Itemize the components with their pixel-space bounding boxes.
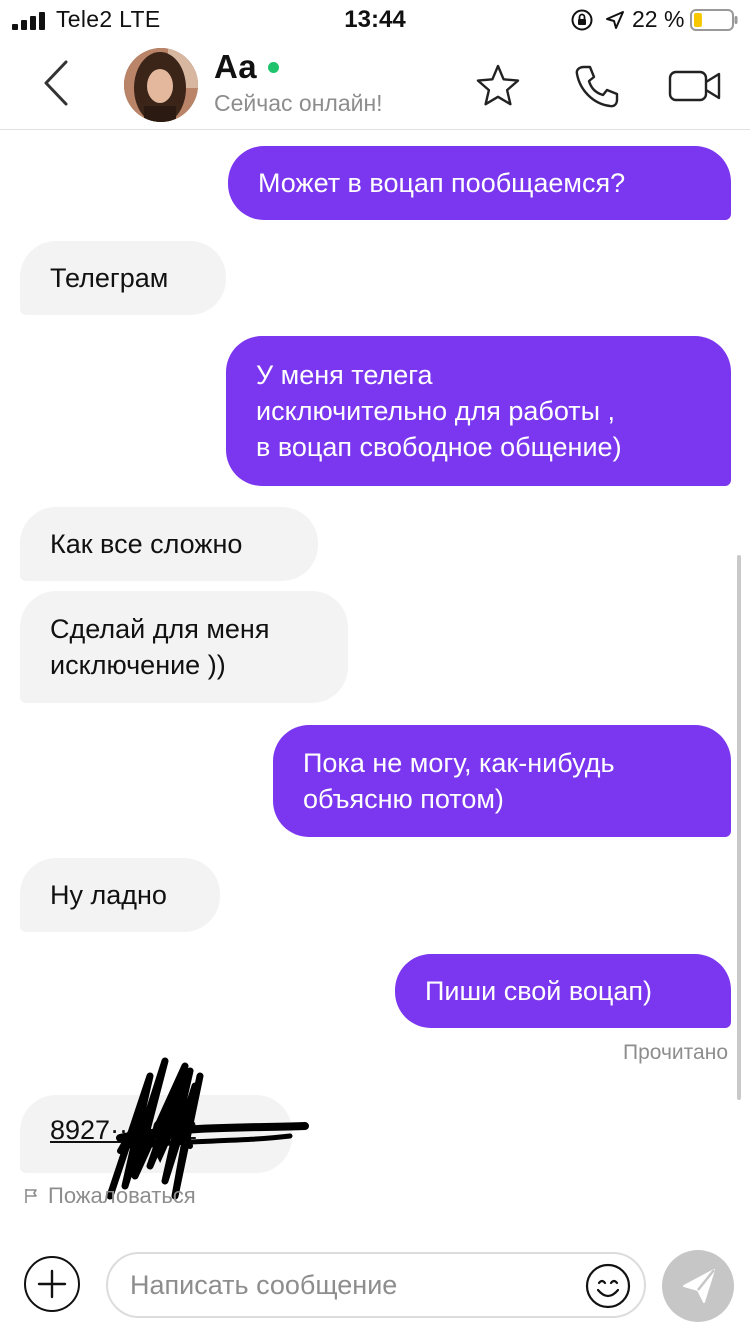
message-bubble[interactable]: Ну ладно (20, 858, 220, 932)
chat-header: Аа Сейчас онлайн! (0, 40, 750, 130)
message-bubble[interactable]: У меня телега исключительно для работы ,… (226, 336, 731, 486)
message-text: объясню потом) (303, 784, 504, 814)
message-bubble[interactable]: Как все сложно (20, 507, 318, 581)
message-text: Может в воцап пообщаемся? (258, 168, 626, 198)
scrollbar[interactable] (737, 555, 741, 1100)
message-bubble[interactable]: Может в воцап пообщаемся? (228, 146, 731, 220)
message-bubble[interactable]: Телеграм (20, 241, 226, 315)
phone-icon[interactable] (572, 62, 620, 110)
attach-button[interactable] (24, 1256, 80, 1312)
video-camera-icon[interactable] (668, 62, 722, 110)
status-bar: Tele2 LTE 13:44 22 % (0, 0, 750, 40)
battery-percent: 22 % (632, 6, 685, 32)
online-indicator (268, 62, 279, 73)
message-input-placeholder: Написать сообщение (130, 1270, 398, 1300)
message-text: У меня телега (256, 360, 433, 390)
message-text: Сделай для меня (50, 614, 270, 644)
message-input[interactable]: Написать сообщение (106, 1252, 646, 1318)
avatar[interactable] (124, 48, 198, 122)
rotation-lock-icon (571, 9, 593, 31)
message-text: Ну ладно (50, 880, 167, 910)
report-link[interactable]: Пожаловаться (24, 1183, 196, 1209)
smile-icon[interactable] (584, 1262, 632, 1310)
chevron-left-icon[interactable] (36, 58, 76, 108)
location-icon (606, 11, 624, 29)
message-text: в воцап свободное общение) (256, 432, 622, 462)
message-text: Пока не могу, как-нибудь (303, 748, 615, 778)
message-text: исключительно для работы , (256, 396, 616, 426)
message-bubble[interactable]: Сделай для меня исключение )) (20, 591, 348, 703)
battery-icon (690, 9, 738, 31)
flag-icon (25, 1189, 37, 1203)
read-receipt: Прочитано (623, 1041, 728, 1064)
message-bubble[interactable]: Пиши свой воцап) (395, 954, 731, 1028)
composer: Написать сообщение (0, 1232, 750, 1334)
message-text: Телеграм (50, 263, 169, 293)
send-icon (683, 1269, 715, 1303)
message-list[interactable]: Может в воцап пообщаемся? Телеграм У мен… (0, 131, 750, 1231)
plus-icon (37, 1269, 67, 1299)
send-button[interactable] (662, 1250, 734, 1322)
message-text: Пиши свой воцап) (425, 976, 653, 1006)
report-label: Пожаловаться (48, 1183, 196, 1208)
message-text: исключение )) (50, 650, 226, 680)
contact-name[interactable]: Аа (214, 48, 257, 86)
message-text: Как все сложно (50, 529, 243, 559)
star-icon[interactable] (474, 62, 522, 110)
message-bubble[interactable]: Пока не могу, как-нибудь объясню потом) (273, 725, 731, 837)
contact-status: Сейчас онлайн! (214, 90, 383, 116)
